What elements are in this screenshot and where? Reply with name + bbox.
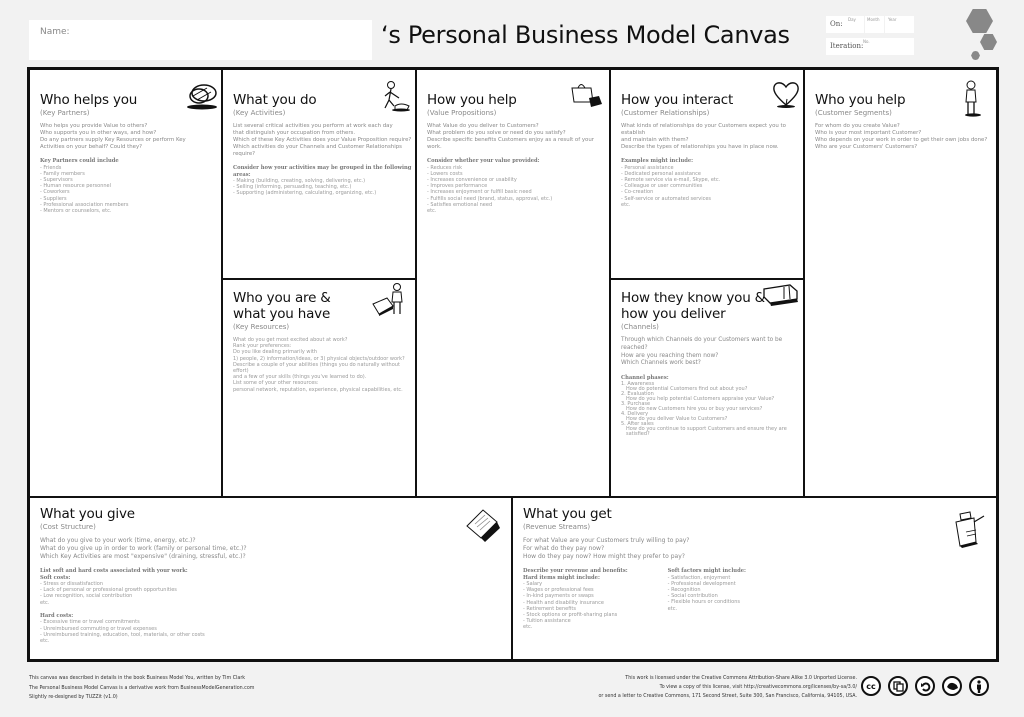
copy-icon[interactable] [888, 676, 908, 696]
block-title: What you give [40, 506, 135, 522]
hard-items-list: - Salary - Wages or professional fees - … [523, 581, 618, 631]
block-questions: For what Value are your Customers truly … [523, 537, 690, 560]
block-subtitle: (Customer Relationships) [621, 109, 710, 117]
block-subtitle: (Channels) [621, 323, 659, 331]
name-field[interactable]: Name: [29, 20, 372, 60]
invoice-paper-icon [466, 509, 500, 542]
footer-line: This work is licensed under the Creative… [625, 676, 857, 681]
iteration-label: Iteration: [830, 42, 864, 50]
block-key-activities[interactable]: What you do (Key Activities) List severa… [223, 70, 417, 280]
date-field[interactable]: On: Day Month Year [826, 16, 914, 33]
chain-links-icon [187, 84, 217, 110]
block-questions: What Value do you deliver to Customers? … [427, 123, 594, 150]
footer-line: or send a letter to Creative Commons, 17… [598, 694, 857, 699]
logo-hexagon-icon [966, 9, 993, 33]
block-subtitle: (Value Propositions) [427, 109, 497, 117]
list-items: - Personal assistance - Dedicated person… [621, 164, 721, 208]
block-questions: Through which Channels do your Customers… [621, 337, 783, 367]
page-title: ‘s Personal Business Model Canvas [381, 21, 790, 49]
list-heading: Consider how your activities may be grou… [233, 165, 412, 178]
block-questions: For whom do you create Value? Who is you… [815, 123, 988, 150]
revenue-lists: Describe your revenue and benefits: Hard… [523, 561, 996, 631]
block-questions: What do you give to your work (time, ene… [40, 537, 247, 560]
no-label: No. [863, 39, 870, 44]
day-label: Day [848, 17, 856, 22]
block-subtitle: (Cost Structure) [40, 523, 96, 531]
block-channels[interactable]: How they know you & how you deliver (Cha… [611, 280, 805, 496]
person-working-icon [384, 81, 410, 112]
cc-icon[interactable]: cc [861, 676, 881, 696]
footer-line: The Personal Business Model Canvas is a … [29, 685, 255, 691]
phase-question: How do you continue to support Customers… [626, 425, 787, 437]
channel-phases: 1. Awareness How do potential Customers … [621, 381, 803, 437]
list-items: - Friends - Family members - Supervisors… [40, 164, 129, 214]
footer-line: To view a copy of this license, visit ht… [659, 685, 857, 690]
divider [864, 16, 865, 33]
iteration-field[interactable]: Iteration: No. [826, 38, 914, 55]
logo-hexagon-icon [971, 51, 980, 60]
footer-license: This work is licensed under the Creative… [598, 674, 857, 701]
block-revenue-streams[interactable]: What you get (Revenue Streams) For what … [513, 496, 996, 659]
year-label: Year [888, 17, 897, 22]
on-label: On: [830, 20, 843, 28]
gift-bag-icon [571, 84, 602, 107]
block-title: how you deliver [621, 306, 726, 322]
block-key-partners[interactable]: Who helps you (Key Partners) Who helps y… [30, 70, 223, 496]
attribution-icon[interactable] [969, 676, 989, 696]
footer-line: Slightly re-designed by TUZZit (v1.0) [29, 695, 118, 700]
logo-hexagon-icon [980, 34, 997, 50]
block-customer-segments[interactable]: Who you help (Customer Segments) For who… [805, 70, 996, 496]
block-cost-structure[interactable]: What you give (Cost Structure) What do y… [30, 496, 513, 659]
divider [884, 16, 885, 33]
business-model-canvas: Who helps you (Key Partners) Who helps y… [27, 67, 999, 662]
delivery-truck-icon [763, 284, 798, 306]
soft-factors-heading: Soft factors might include: [667, 568, 746, 574]
list-heading: Describe your revenue and benefits: [523, 568, 628, 574]
name-label: Name: [40, 27, 70, 37]
hard-costs-list: - Excessive time or travel commitments -… [40, 619, 205, 644]
block-subtitle: (Revenue Streams) [523, 523, 591, 531]
block-customer-relationships[interactable]: How you interact (Customer Relationships… [611, 70, 805, 280]
footer-credits: This canvas was described in details in … [29, 674, 254, 703]
person-with-cart-icon [372, 283, 403, 316]
cash-register-icon [955, 511, 985, 548]
license-icons: cc [861, 676, 989, 696]
block-subtitle: (Key Partners) [40, 109, 90, 117]
block-title: What you get [523, 506, 612, 522]
list-items: - Making (building, creating, solving, d… [233, 178, 377, 197]
list-items: - Reduces risk - Lowers costs - Increase… [427, 164, 553, 214]
remix-icon[interactable] [915, 676, 935, 696]
block-value-propositions[interactable]: How you help (Value Propositions) What V… [417, 70, 611, 496]
footer-line: This canvas was described in details in … [29, 676, 246, 681]
soft-factors-column: Soft factors might include: - Satisfacti… [668, 561, 746, 631]
block-questions: What kinds of relationships do your Cust… [621, 123, 786, 150]
hard-items-column: Describe your revenue and benefits: Hard… [523, 561, 628, 631]
month-label: Month [867, 17, 880, 22]
noncommercial-icon[interactable] [942, 676, 962, 696]
block-key-resources[interactable]: Who you are & what you have (Key Resourc… [223, 280, 417, 496]
block-questions: List several critical activities you per… [233, 123, 412, 157]
soft-factors-list: - Satisfaction, enjoyment - Professional… [667, 574, 740, 612]
standing-person-icon [965, 80, 981, 117]
heart-icon [773, 82, 799, 108]
soft-costs-list: - Stress or dissatisfaction - Lack of pe… [40, 581, 177, 606]
block-questions: Who helps you provide Value to others? W… [40, 123, 186, 150]
block-questions: What do you get most excited about at wo… [233, 337, 405, 393]
block-subtitle: (Key Resources) [233, 323, 290, 331]
